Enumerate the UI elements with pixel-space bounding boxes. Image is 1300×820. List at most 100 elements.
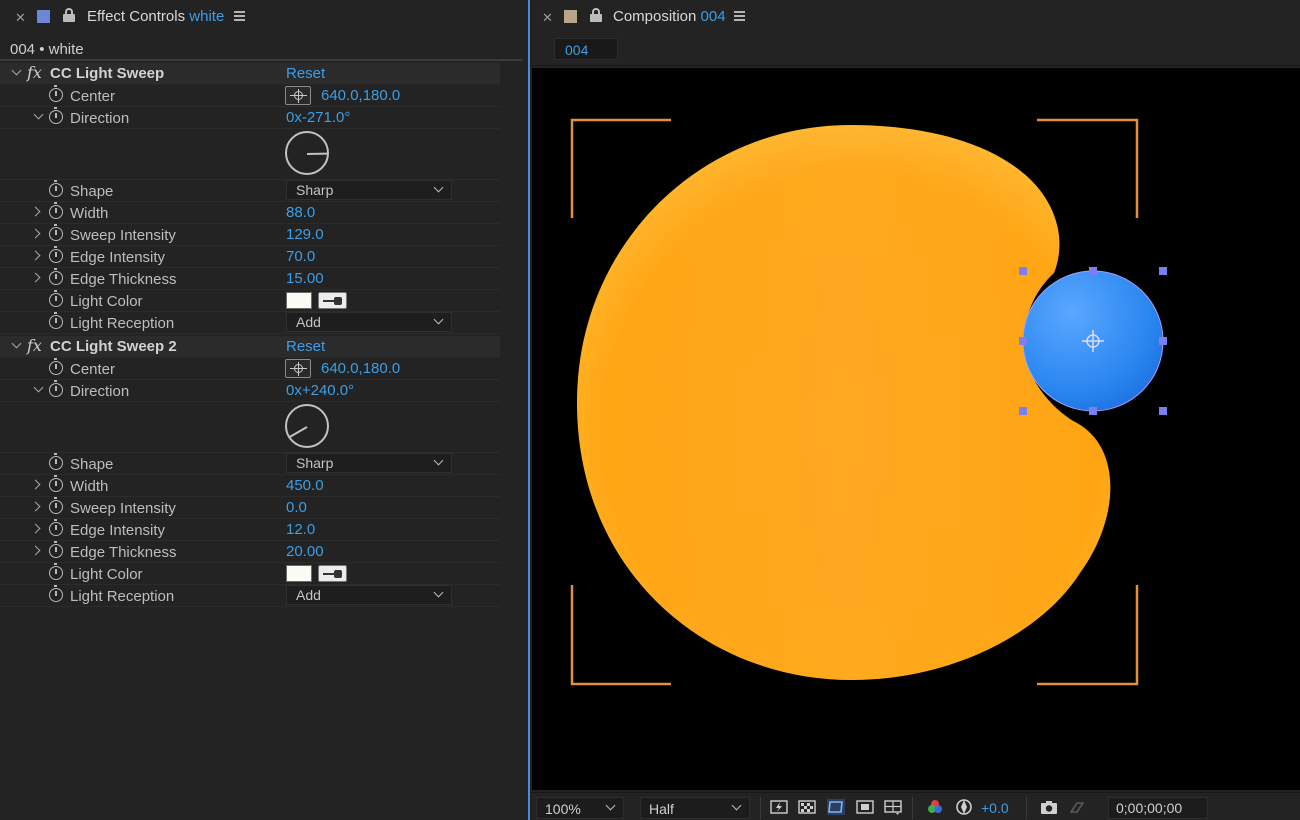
reset-exposure-icon[interactable] (955, 799, 973, 815)
twirl-right-icon[interactable] (32, 227, 42, 237)
center-value[interactable]: 640.0,180.0 (321, 360, 400, 377)
effect-controls-tab[interactable]: ✕ Effect Controls white (0, 0, 528, 36)
stopwatch-icon[interactable] (49, 246, 63, 263)
twirl-right-icon[interactable] (32, 205, 42, 215)
panel-menu-icon[interactable] (234, 11, 245, 21)
twirl-right-icon[interactable] (32, 522, 42, 532)
stopwatch-icon[interactable] (49, 541, 63, 558)
center-value[interactable]: 640.0,180.0 (321, 87, 400, 104)
stopwatch-icon[interactable] (49, 202, 63, 219)
stopwatch-icon[interactable] (49, 475, 63, 492)
fast-previews-icon[interactable] (770, 799, 788, 815)
property-label: Light Reception (70, 315, 175, 332)
composition-tab[interactable]: ✕ Composition 004 (530, 0, 1300, 36)
twirl-down-icon[interactable] (34, 383, 44, 393)
handle-top-left[interactable] (1019, 267, 1027, 275)
stopwatch-icon[interactable] (49, 224, 63, 241)
edge-intensity-value[interactable]: 70.0 (286, 248, 315, 265)
light-color-swatch[interactable] (286, 565, 312, 582)
sweep-intensity-value[interactable]: 129.0 (286, 226, 324, 243)
stopwatch-icon[interactable] (49, 268, 63, 285)
composition-viewer[interactable] (532, 68, 1300, 790)
light-reception-dropdown[interactable]: Add (286, 312, 452, 332)
shape-dropdown[interactable]: Sharp (286, 180, 452, 200)
edge-thickness-value[interactable]: 15.00 (286, 270, 324, 287)
direction-revolutions[interactable]: 0x (286, 109, 302, 126)
close-icon[interactable]: ✕ (542, 10, 553, 26)
twirl-right-icon[interactable] (32, 271, 42, 281)
toolbar-separator (912, 797, 913, 819)
reset-button[interactable]: Reset (286, 338, 325, 355)
direction-dial-area (0, 129, 500, 180)
dropdown-value: Add (296, 587, 321, 603)
direction-value[interactable]: 0x-271.0° (286, 109, 350, 126)
reset-button[interactable]: Reset (286, 65, 325, 82)
panel-menu-icon[interactable] (734, 11, 745, 21)
handle-left[interactable] (1019, 337, 1027, 345)
stopwatch-icon[interactable] (49, 290, 63, 307)
stopwatch-icon (49, 585, 63, 602)
stopwatch-icon[interactable] (49, 358, 63, 375)
resolution-dropdown[interactable]: Half (640, 797, 750, 819)
point-target-icon[interactable] (285, 86, 311, 105)
comp-navigator-chip[interactable]: 004 (554, 38, 618, 60)
edge-intensity-value[interactable]: 12.0 (286, 521, 315, 538)
handle-bottom-right[interactable] (1159, 407, 1167, 415)
property-row-width: Width 450.0 (0, 475, 500, 497)
grid-and-guides-icon[interactable] (884, 799, 902, 815)
color-channels-icon[interactable] (926, 799, 944, 815)
close-icon[interactable]: ✕ (15, 10, 26, 26)
property-row-light-color: Light Color (0, 563, 500, 585)
stopwatch-icon[interactable] (49, 519, 63, 536)
width-value[interactable]: 88.0 (286, 204, 315, 221)
twirl-right-icon[interactable] (32, 544, 42, 554)
twirl-down-icon[interactable] (12, 339, 22, 349)
stopwatch-icon[interactable] (49, 563, 63, 580)
shape-dropdown[interactable]: Sharp (286, 453, 452, 473)
exposure-value[interactable]: +0.0 (981, 800, 1009, 816)
snapshot-camera-icon[interactable] (1040, 799, 1058, 815)
stopwatch-icon[interactable] (49, 107, 63, 124)
lock-icon[interactable] (63, 8, 75, 23)
lock-icon[interactable] (590, 8, 602, 23)
light-reception-dropdown[interactable]: Add (286, 585, 452, 605)
direction-value[interactable]: 0x+240.0° (286, 382, 354, 399)
eyedropper-icon[interactable] (318, 565, 347, 582)
width-value[interactable]: 450.0 (286, 477, 324, 494)
direction-degrees[interactable]: -271.0° (302, 109, 351, 126)
twirl-right-icon[interactable] (32, 500, 42, 510)
direction-dial[interactable] (285, 404, 329, 448)
stopwatch-icon[interactable] (49, 497, 63, 514)
sweep-intensity-value[interactable]: 0.0 (286, 499, 307, 516)
property-label: Edge Intensity (70, 249, 166, 266)
effect-header-cc-light-sweep-2[interactable]: fx CC Light Sweep 2 Reset (0, 336, 500, 358)
handle-bottom[interactable] (1089, 407, 1097, 415)
handle-right[interactable] (1159, 337, 1167, 345)
viewer-canvas[interactable] (532, 68, 1300, 790)
eyedropper-icon[interactable] (318, 292, 347, 309)
stopwatch-icon[interactable] (49, 85, 63, 102)
edge-thickness-value[interactable]: 20.00 (286, 543, 324, 560)
light-color-swatch[interactable] (286, 292, 312, 309)
stopwatch-icon[interactable] (49, 380, 63, 397)
handle-top-right[interactable] (1159, 267, 1167, 275)
twirl-down-icon[interactable] (12, 66, 22, 76)
magnification-dropdown[interactable]: 100% (536, 797, 624, 819)
point-target-icon[interactable] (285, 359, 311, 378)
effect-header-cc-light-sweep[interactable]: fx CC Light Sweep Reset (0, 63, 500, 85)
fx-icon[interactable]: fx (27, 63, 42, 82)
mask-path-visibility-icon[interactable] (827, 799, 845, 815)
direction-revolutions[interactable]: 0x (286, 382, 302, 399)
fx-icon[interactable]: fx (27, 336, 42, 355)
direction-degrees[interactable]: +240.0° (302, 382, 354, 399)
direction-dial[interactable] (285, 131, 329, 175)
twirl-down-icon[interactable] (34, 110, 44, 120)
twirl-right-icon[interactable] (32, 249, 42, 259)
transparency-grid-icon[interactable] (798, 799, 816, 815)
handle-bottom-left[interactable] (1019, 407, 1027, 415)
handle-top[interactable] (1089, 267, 1097, 275)
current-time-value[interactable]: 0;00;00;00 (1116, 800, 1182, 816)
region-of-interest-icon[interactable] (856, 799, 874, 815)
divider (0, 59, 522, 61)
twirl-right-icon[interactable] (32, 478, 42, 488)
